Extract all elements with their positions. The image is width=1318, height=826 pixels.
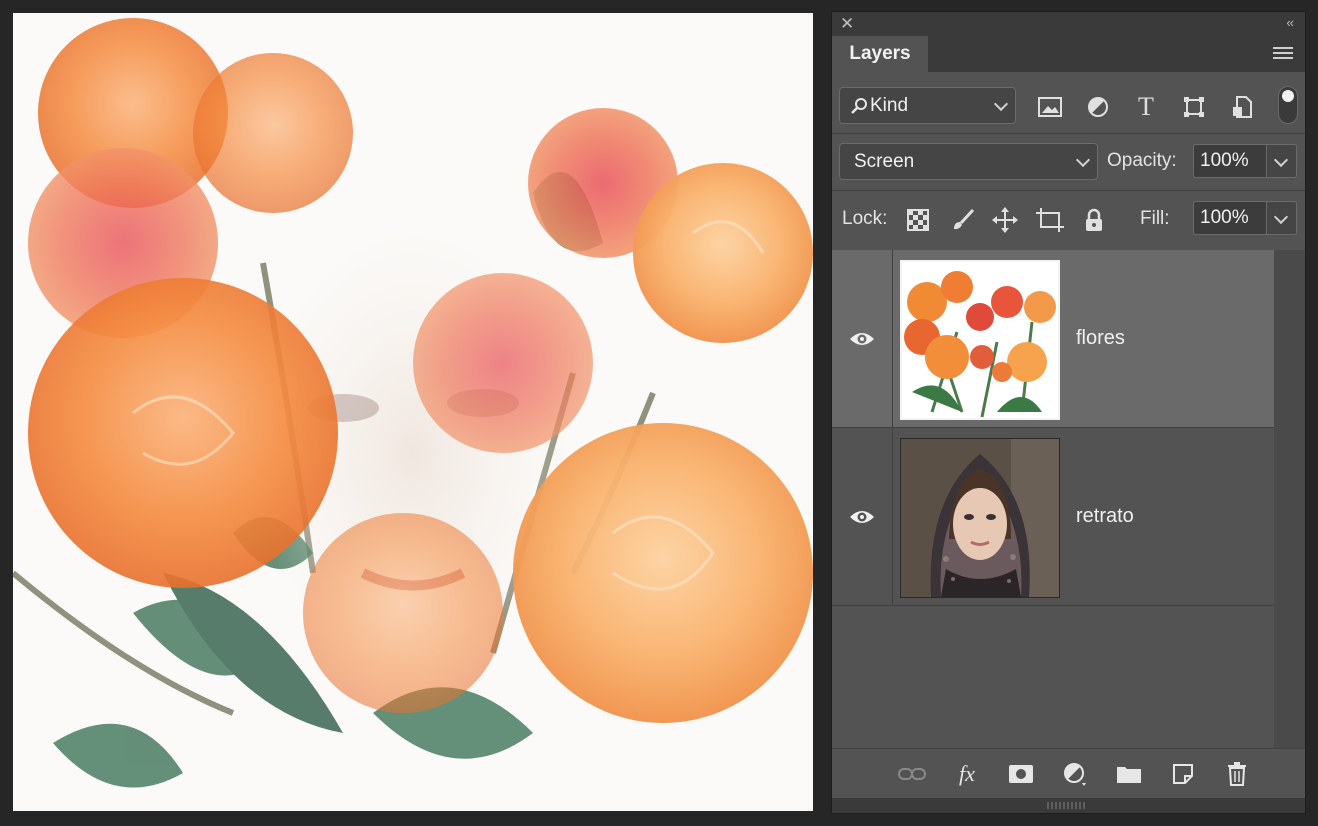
fill-input[interactable]: 100% <box>1193 201 1267 235</box>
document-canvas[interactable] <box>13 13 813 811</box>
add-mask-icon[interactable] <box>1007 761 1035 787</box>
layers-panel: ✕ ‹‹ Layers Kind T Screen Opacity: 100% <box>831 11 1306 814</box>
layers-list: flores retrato <box>832 250 1305 748</box>
shape-filter-icon[interactable] <box>1181 94 1207 120</box>
tab-layers-label: Layers <box>849 43 911 64</box>
opacity-dropdown-button[interactable] <box>1267 144 1297 178</box>
composite-image <box>13 13 813 811</box>
layers-scrollbar[interactable] <box>1274 250 1305 748</box>
layer-row-retrato[interactable]: retrato <box>832 428 1274 606</box>
layer-style-icon[interactable]: fx <box>953 761 981 787</box>
filter-kind-dropdown[interactable]: Kind <box>839 87 1016 124</box>
blend-mode-value: Screen <box>854 150 915 172</box>
adjustment-filter-icon[interactable] <box>1085 94 1111 120</box>
fx-label: fx <box>959 761 975 786</box>
visibility-cell[interactable] <box>832 428 893 605</box>
opacity-label: Opacity: <box>1107 150 1177 171</box>
image-filter-icon[interactable] <box>1037 94 1063 120</box>
opacity-input[interactable]: 100% <box>1193 144 1267 178</box>
close-icon[interactable]: ✕ <box>840 14 854 34</box>
fill-label: Fill: <box>1140 208 1170 229</box>
type-filter-icon[interactable]: T <box>1133 92 1159 121</box>
new-adjustment-layer-icon[interactable] <box>1061 761 1089 787</box>
collapse-panel-icon[interactable]: ‹‹ <box>1286 15 1294 30</box>
filter-kind-label: Kind <box>870 94 909 116</box>
lock-label: Lock: <box>842 208 888 229</box>
panel-titlebar: ✕ ‹‹ <box>832 12 1305 36</box>
panel-menu-icon[interactable] <box>1273 47 1293 62</box>
delete-layer-icon[interactable] <box>1223 761 1251 787</box>
eye-icon[interactable] <box>849 508 875 526</box>
layer-row-flores[interactable]: flores <box>832 250 1274 428</box>
layer-name-flores[interactable]: flores <box>1076 327 1125 350</box>
layer-thumbnail-retrato[interactable] <box>900 438 1060 598</box>
roses-thumbnail-image <box>902 262 1058 418</box>
eye-icon[interactable] <box>849 330 875 348</box>
search-icon <box>851 98 867 114</box>
new-group-icon[interactable] <box>1115 761 1143 787</box>
layer-name-retrato[interactable]: retrato <box>1076 505 1134 528</box>
layer-thumbnail-flores[interactable] <box>900 260 1060 420</box>
tab-layers[interactable]: Layers <box>832 36 928 72</box>
blend-mode-dropdown[interactable]: Screen <box>839 143 1098 180</box>
lock-transparent-pixels-icon[interactable] <box>904 206 932 234</box>
lock-all-icon[interactable] <box>1080 206 1108 234</box>
panel-footer: fx <box>832 748 1305 799</box>
resize-grip-icon[interactable] <box>1047 802 1087 809</box>
new-layer-icon[interactable] <box>1169 761 1197 787</box>
portrait-thumbnail-image <box>901 439 1059 597</box>
panel-tab-row: Layers <box>832 36 1305 72</box>
panel-resize-strip[interactable] <box>832 798 1305 813</box>
filter-toggle-switch[interactable] <box>1278 86 1298 124</box>
lock-position-icon[interactable] <box>991 206 1019 234</box>
visibility-cell[interactable] <box>832 250 893 427</box>
smart-object-filter-icon[interactable] <box>1229 94 1255 120</box>
fill-dropdown-button[interactable] <box>1267 201 1297 235</box>
lock-image-pixels-icon[interactable] <box>949 206 977 234</box>
link-layers-icon[interactable] <box>898 761 926 787</box>
lock-artboard-icon[interactable] <box>1036 206 1064 234</box>
